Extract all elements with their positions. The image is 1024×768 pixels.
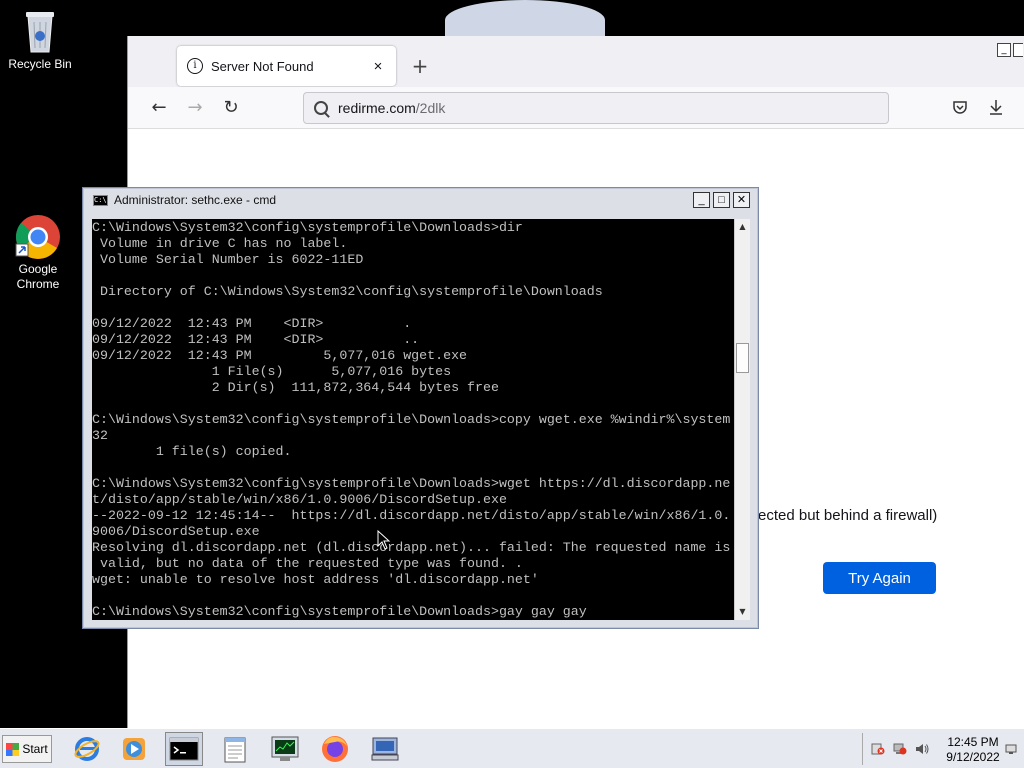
firefox-tabstrip: i Server Not Found × + _ (128, 36, 1024, 87)
console-line: 1 file(s) copied. (92, 444, 292, 459)
error-page-text: ected but behind a firewall) (758, 507, 938, 524)
console-line: t/disto/app/stable/win/x86/1.0.9006/Disc… (92, 492, 507, 507)
console-line: C:\Windows\System32\config\systemprofile… (92, 220, 523, 235)
back-arrow-icon[interactable]: ← (148, 97, 170, 119)
firefox-taskbar-button[interactable] (316, 732, 354, 766)
mouse-cursor-icon (377, 530, 391, 550)
cmd-taskbar-button[interactable] (165, 732, 203, 766)
start-label: Start (22, 742, 48, 756)
console-line: 09/12/2022 12:43 PM 5,077,016 wget.exe (92, 348, 468, 363)
volume-icon[interactable] (915, 743, 929, 755)
console-line: 1 File(s) 5,077,016 bytes (92, 364, 452, 379)
clock-time: 12:45 PM (947, 735, 999, 749)
console-line: valid, but no data of the requested type… (92, 556, 523, 571)
recycle-bin-icon (26, 12, 54, 53)
internet-explorer-taskbar-button[interactable] (68, 732, 106, 766)
console-line: 09/12/2022 12:43 PM <DIR> .. (92, 332, 420, 347)
desktop: Recycle Bin Google Chrome i Server Not F… (0, 0, 1024, 728)
recycle-bin-shortcut[interactable]: Recycle Bin (2, 6, 78, 72)
task-manager-icon (271, 736, 299, 761)
console-line: --2022-09-12 12:45:14-- https://dl.disco… (92, 508, 731, 523)
console-line: 32 (92, 428, 108, 443)
recycle-bin-label: Recycle Bin (8, 57, 72, 71)
media-player-taskbar-button[interactable] (115, 732, 153, 766)
console-output[interactable]: C:\Windows\System32\config\systemprofile… (92, 219, 734, 620)
pocket-icon[interactable] (952, 99, 968, 115)
show-desktop-icon[interactable] (1005, 743, 1017, 755)
console-line: wget: unable to resolve host address 'dl… (92, 572, 539, 587)
console-line: 09/12/2022 12:43 PM <DIR> . (92, 316, 412, 331)
network-taskbar-button[interactable] (366, 732, 404, 766)
new-tab-button[interactable]: + (410, 54, 430, 78)
firefox-toolbar: ← → ↻ redirme.com/2dlk (128, 87, 1024, 129)
info-icon: i (187, 58, 203, 74)
chrome-label-line2: Chrome (16, 277, 60, 291)
tab-server-not-found[interactable]: i Server Not Found × (177, 46, 396, 86)
cmd-window-icon: C:\ (93, 194, 108, 206)
search-icon (314, 101, 328, 115)
task-manager-taskbar-button[interactable] (266, 732, 304, 766)
chrome-icon (15, 215, 60, 259)
console-line: Volume Serial Number is 6022-11ED (92, 252, 364, 267)
maximize-icon[interactable]: □ (713, 192, 730, 208)
tab-title: Server Not Found (211, 58, 314, 74)
scroll-up-icon[interactable]: ▲ (735, 219, 750, 235)
try-again-button[interactable]: Try Again (823, 562, 936, 594)
reload-icon[interactable]: ↻ (220, 97, 242, 119)
notepad-icon (224, 737, 246, 763)
console-line: 9006/DiscordSetup.exe (92, 524, 260, 539)
console-line: C:\Windows\System32\config\systemprofile… (92, 412, 731, 427)
cmd-icon (169, 737, 199, 761)
chrome-shortcut[interactable]: Google Chrome (0, 214, 76, 292)
console-line: 2 Dir(s) 111,872,364,544 bytes free (92, 380, 499, 395)
url-path: /2dlk (415, 100, 446, 116)
internet-explorer-icon (74, 737, 100, 761)
console-line: Directory of C:\Windows\System32\config\… (92, 284, 603, 299)
url-bar[interactable]: redirme.com/2dlk (303, 92, 889, 124)
console-scrollbar[interactable]: ▲ ▼ (734, 219, 750, 620)
scrollbar-thumb[interactable] (736, 343, 749, 373)
maximize-icon[interactable] (1013, 43, 1023, 57)
action-center-icon[interactable] (871, 743, 885, 755)
system-tray: 12:45 PM 9/12/2022 (862, 733, 1024, 765)
forward-arrow-icon[interactable]: → (184, 97, 206, 119)
firefox-icon (322, 736, 348, 762)
cmd-window: C:\ Administrator: sethc.exe - cmd _ □ ✕… (82, 187, 759, 629)
url-host: redirme.com (338, 100, 416, 116)
scroll-down-icon[interactable]: ▼ (735, 604, 750, 620)
console-line: Volume in drive C has no label. (92, 236, 348, 251)
console-line: C:\Windows\System32\config\systemprofile… (92, 604, 587, 619)
wallpaper-shape (445, 0, 605, 40)
close-icon[interactable]: ✕ (733, 192, 750, 208)
minimize-icon[interactable]: _ (693, 192, 710, 208)
system-clock[interactable]: 12:45 PM 9/12/2022 (938, 735, 1008, 765)
taskbar: Start 12:45 PM 9/12/2022 (0, 728, 1024, 768)
tab-close-icon[interactable]: × (370, 58, 386, 75)
console-line: C:\Windows\System32\config\systemprofile… (92, 476, 731, 491)
download-icon[interactable] (988, 99, 1004, 115)
cmd-titlebar[interactable]: C:\ Administrator: sethc.exe - cmd _ □ ✕ (83, 188, 758, 212)
notepad-taskbar-button[interactable] (216, 732, 254, 766)
chrome-label-line1: Google (18, 262, 58, 276)
cmd-title: Administrator: sethc.exe - cmd (114, 193, 277, 207)
clock-date: 9/12/2022 (946, 750, 1000, 764)
minimize-icon[interactable]: _ (997, 43, 1011, 57)
network-icon (371, 737, 399, 761)
windows-logo-icon (6, 742, 20, 756)
network-status-icon[interactable] (893, 743, 907, 755)
start-button[interactable]: Start (2, 735, 52, 763)
console-line: Resolving dl.discordapp.net (dl.discorda… (92, 540, 731, 555)
media-player-icon (123, 738, 145, 760)
